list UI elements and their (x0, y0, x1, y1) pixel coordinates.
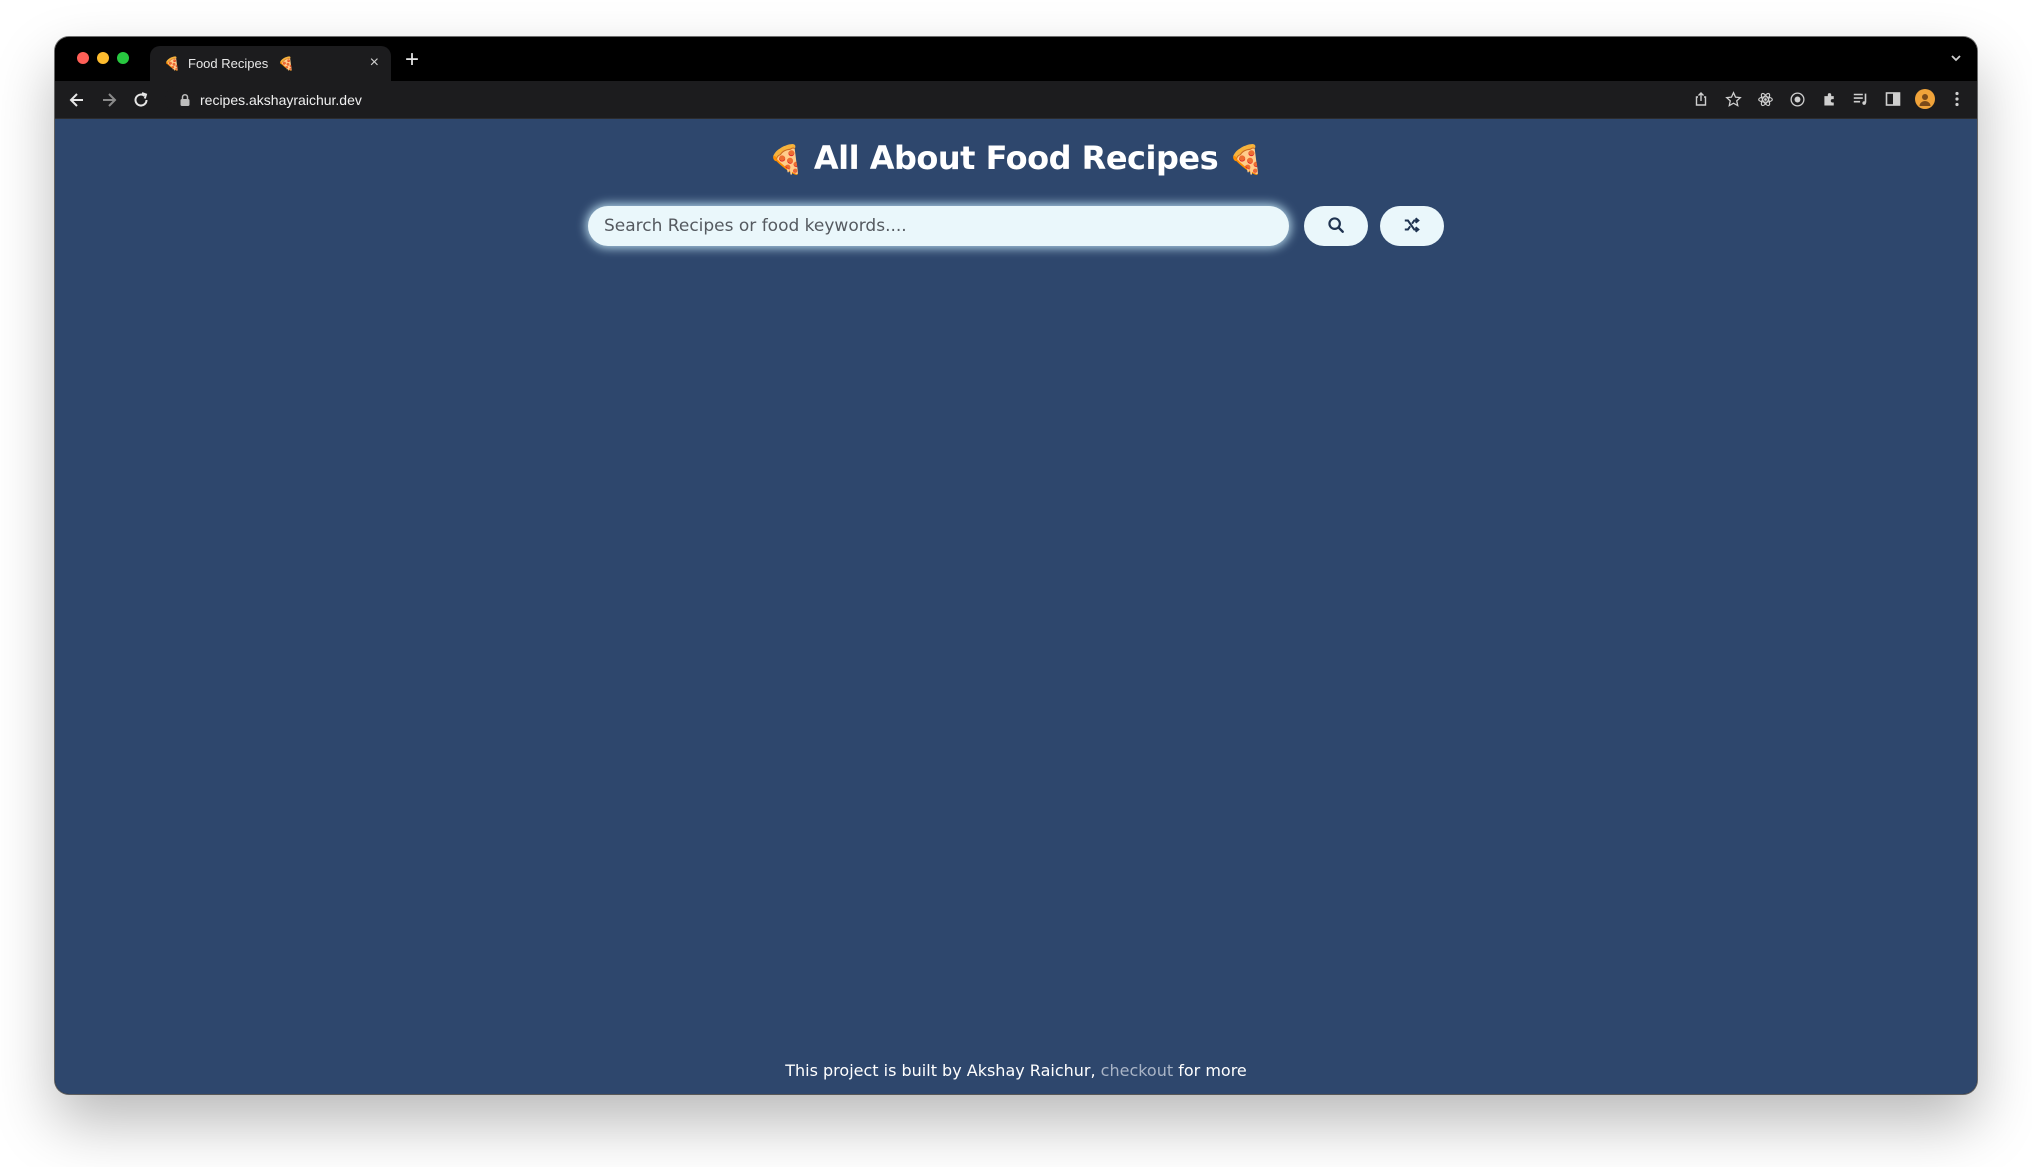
profile-avatar[interactable] (1915, 89, 1935, 109)
random-recipe-button[interactable] (1380, 206, 1444, 246)
reading-list-icon[interactable] (1851, 89, 1871, 109)
url-text[interactable]: recipes.akshayraichur.dev (200, 92, 362, 108)
bookmark-star-icon[interactable] (1723, 89, 1743, 109)
checkout-link[interactable]: checkout (1101, 1061, 1173, 1080)
page-content: 🍕 All About Food Recipes 🍕 This project … (55, 119, 1977, 1094)
target-extension-icon[interactable] (1787, 89, 1807, 109)
pizza-icon-left: 🍕 (768, 143, 804, 176)
address-bar[interactable]: recipes.akshayraichur.dev (165, 86, 1725, 113)
page-title: 🍕 All About Food Recipes 🍕 (55, 139, 1977, 177)
maximize-window-button[interactable] (117, 52, 129, 64)
browser-window: 🍕 Food Recipes 🍕 × + recipes.akshayraich… (55, 37, 1977, 1094)
search-button[interactable] (1304, 206, 1368, 246)
page-title-text: All About Food Recipes (813, 139, 1219, 177)
tab-strip: 🍕 Food Recipes 🍕 × + (55, 37, 1977, 81)
more-menu-icon[interactable] (1947, 89, 1967, 109)
tab-close-icon[interactable]: × (370, 54, 379, 72)
new-tab-button[interactable]: + (405, 48, 419, 72)
forward-arrow-icon[interactable] (99, 90, 119, 110)
close-window-button[interactable] (77, 52, 89, 64)
side-panel-icon[interactable] (1883, 89, 1903, 109)
tab-secondary-icon: 🍕 (278, 55, 295, 71)
footer-text-suffix: for more (1173, 1061, 1247, 1080)
shuffle-icon (1403, 216, 1421, 237)
footer-text-prefix: This project is built by Akshay Raichur, (785, 1061, 1101, 1080)
tab-search-chevron-icon[interactable] (1949, 51, 1963, 70)
footer-credit: This project is built by Akshay Raichur,… (55, 1061, 1977, 1080)
tab-title: Food Recipes (188, 56, 269, 71)
search-icon (1327, 216, 1345, 237)
extensions-puzzle-icon[interactable] (1819, 89, 1839, 109)
reload-icon[interactable] (131, 90, 151, 110)
react-devtools-icon[interactable] (1755, 89, 1775, 109)
share-icon[interactable] (1691, 89, 1711, 109)
lock-icon[interactable] (179, 93, 191, 107)
tab-favicon-icon: 🍕 (164, 55, 181, 71)
minimize-window-button[interactable] (97, 52, 109, 64)
toolbar-actions (1691, 87, 1967, 111)
pizza-icon-right: 🍕 (1228, 143, 1264, 176)
browser-tab[interactable]: 🍕 Food Recipes 🍕 × (150, 46, 391, 81)
back-arrow-icon[interactable] (67, 90, 87, 110)
browser-toolbar: recipes.akshayraichur.dev (55, 81, 1977, 119)
search-input[interactable] (588, 206, 1289, 246)
